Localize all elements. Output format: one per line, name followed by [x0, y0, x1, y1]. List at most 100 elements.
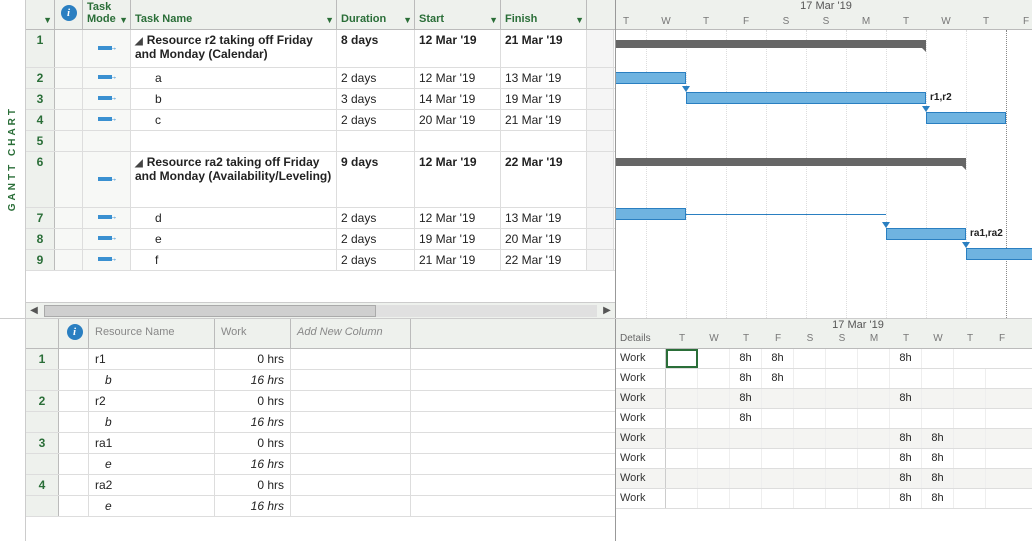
collapse-icon[interactable]: ◢ — [135, 158, 143, 169]
indicator-col[interactable]: i — [59, 319, 89, 348]
chevron-down-icon[interactable]: ▼ — [119, 15, 128, 25]
finish-cell[interactable]: 21 Mar '19 — [501, 30, 587, 67]
task-name-cell[interactable]: f — [131, 250, 337, 270]
task-name-col[interactable]: Task Name▼ — [131, 0, 337, 29]
chevron-down-icon[interactable]: ▼ — [575, 15, 584, 25]
resource-name-cell[interactable]: ra1 — [89, 433, 215, 453]
usage-cell[interactable] — [858, 369, 890, 388]
usage-cell[interactable] — [698, 349, 730, 368]
usage-cell[interactable] — [762, 409, 794, 428]
resource-row[interactable]: 2r20 hrs — [26, 391, 615, 412]
gantt-chart-area[interactable]: 17 Mar '19TWTFSSMTWTF r1,r2ra1,ra2 — [616, 0, 1032, 318]
usage-cell[interactable] — [794, 469, 826, 488]
start-cell[interactable]: 19 Mar '19 — [415, 229, 501, 249]
task-bar[interactable] — [886, 228, 966, 240]
row-header-col[interactable] — [26, 319, 59, 348]
resource-name-cell[interactable]: e — [89, 496, 215, 516]
usage-cell[interactable] — [762, 429, 794, 448]
usage-cell[interactable]: 8h — [762, 369, 794, 388]
usage-cell[interactable] — [730, 489, 762, 508]
task-row[interactable]: 2→a2 days12 Mar '1913 Mar '19 — [26, 68, 615, 89]
duration-cell[interactable]: 2 days — [337, 110, 415, 130]
assignment-row[interactable]: b16 hrs — [26, 370, 615, 391]
usage-cell[interactable] — [858, 449, 890, 468]
task-row[interactable]: 1→◢Resource r2 taking off Friday and Mon… — [26, 30, 615, 68]
usage-cell[interactable] — [666, 349, 698, 368]
add-column[interactable]: Add New Column — [291, 319, 411, 348]
assignment-row[interactable]: b16 hrs — [26, 412, 615, 433]
work-cell[interactable]: 0 hrs — [215, 349, 291, 369]
duration-cell[interactable]: 9 days — [337, 152, 415, 207]
work-col[interactable]: Work — [215, 319, 291, 348]
finish-cell[interactable]: 21 Mar '19 — [501, 110, 587, 130]
work-cell[interactable]: 0 hrs — [215, 433, 291, 453]
duration-cell[interactable]: 2 days — [337, 208, 415, 228]
usage-cell[interactable] — [666, 469, 698, 488]
start-cell[interactable]: 14 Mar '19 — [415, 89, 501, 109]
resource-name-cell[interactable]: b — [89, 370, 215, 390]
usage-cell[interactable] — [922, 369, 954, 388]
duration-cell[interactable] — [337, 131, 415, 151]
scroll-right-arrow[interactable]: ▶ — [599, 305, 615, 316]
usage-cell[interactable] — [858, 409, 890, 428]
usage-cell[interactable]: 8h — [890, 389, 922, 408]
usage-cell[interactable] — [698, 369, 730, 388]
task-name-cell[interactable]: a — [131, 68, 337, 88]
usage-cell[interactable] — [666, 409, 698, 428]
finish-cell[interactable]: 20 Mar '19 — [501, 229, 587, 249]
usage-cell[interactable] — [730, 449, 762, 468]
usage-cell[interactable] — [666, 489, 698, 508]
usage-cell[interactable]: 8h — [922, 449, 954, 468]
usage-cell[interactable] — [858, 469, 890, 488]
usage-cell[interactable] — [954, 369, 986, 388]
resource-name-cell[interactable]: b — [89, 412, 215, 432]
task-name-cell[interactable]: ◢Resource r2 taking off Friday and Monda… — [131, 30, 337, 67]
chevron-down-icon[interactable]: ▼ — [403, 15, 412, 25]
usage-cell[interactable]: 8h — [922, 469, 954, 488]
work-cell[interactable]: 16 hrs — [215, 412, 291, 432]
usage-cell[interactable] — [730, 469, 762, 488]
usage-cell[interactable] — [730, 429, 762, 448]
usage-cell[interactable] — [858, 389, 890, 408]
work-cell[interactable]: 16 hrs — [215, 454, 291, 474]
usage-row[interactable]: Work8h8h8h — [616, 349, 1032, 369]
work-cell[interactable]: 16 hrs — [215, 496, 291, 516]
start-cell[interactable]: 12 Mar '19 — [415, 208, 501, 228]
chevron-down-icon[interactable]: ▼ — [43, 15, 52, 25]
usage-cell[interactable] — [794, 449, 826, 468]
resource-name-cell[interactable]: r1 — [89, 349, 215, 369]
usage-cell[interactable] — [794, 409, 826, 428]
duration-col[interactable]: Duration▼ — [337, 0, 415, 29]
usage-cell[interactable] — [826, 469, 858, 488]
assignment-row[interactable]: e16 hrs — [26, 496, 615, 517]
usage-cell[interactable]: 8h — [890, 449, 922, 468]
usage-cell[interactable] — [954, 409, 986, 428]
usage-cell[interactable] — [826, 369, 858, 388]
start-cell[interactable]: 12 Mar '19 — [415, 152, 501, 207]
resource-row[interactable]: 4ra20 hrs — [26, 475, 615, 496]
usage-cell[interactable]: 8h — [922, 489, 954, 508]
task-bar[interactable] — [616, 72, 686, 84]
resource-name-cell[interactable]: e — [89, 454, 215, 474]
usage-row[interactable]: Work8h8h — [616, 429, 1032, 449]
task-row[interactable]: 7→d2 days12 Mar '1913 Mar '19 — [26, 208, 615, 229]
usage-cell[interactable]: 8h — [890, 429, 922, 448]
usage-cell[interactable] — [858, 349, 890, 368]
usage-cell[interactable]: 8h — [890, 349, 922, 368]
resource-name-cell[interactable]: r2 — [89, 391, 215, 411]
usage-cell[interactable] — [858, 429, 890, 448]
usage-cell[interactable] — [666, 389, 698, 408]
chevron-down-icon[interactable]: ▼ — [325, 15, 334, 25]
resource-name-cell[interactable]: ra2 — [89, 475, 215, 495]
task-bar[interactable] — [616, 208, 686, 220]
usage-cell[interactable] — [666, 429, 698, 448]
usage-cell[interactable] — [890, 369, 922, 388]
scroll-left-arrow[interactable]: ◀ — [26, 305, 42, 316]
usage-cell[interactable]: 8h — [730, 409, 762, 428]
resource-row[interactable]: 1r10 hrs — [26, 349, 615, 370]
usage-cell[interactable] — [922, 349, 954, 368]
task-row[interactable]: 8→e2 days19 Mar '1920 Mar '19 — [26, 229, 615, 250]
usage-cell[interactable] — [826, 409, 858, 428]
chevron-down-icon[interactable]: ▼ — [489, 15, 498, 25]
usage-cell[interactable] — [954, 449, 986, 468]
